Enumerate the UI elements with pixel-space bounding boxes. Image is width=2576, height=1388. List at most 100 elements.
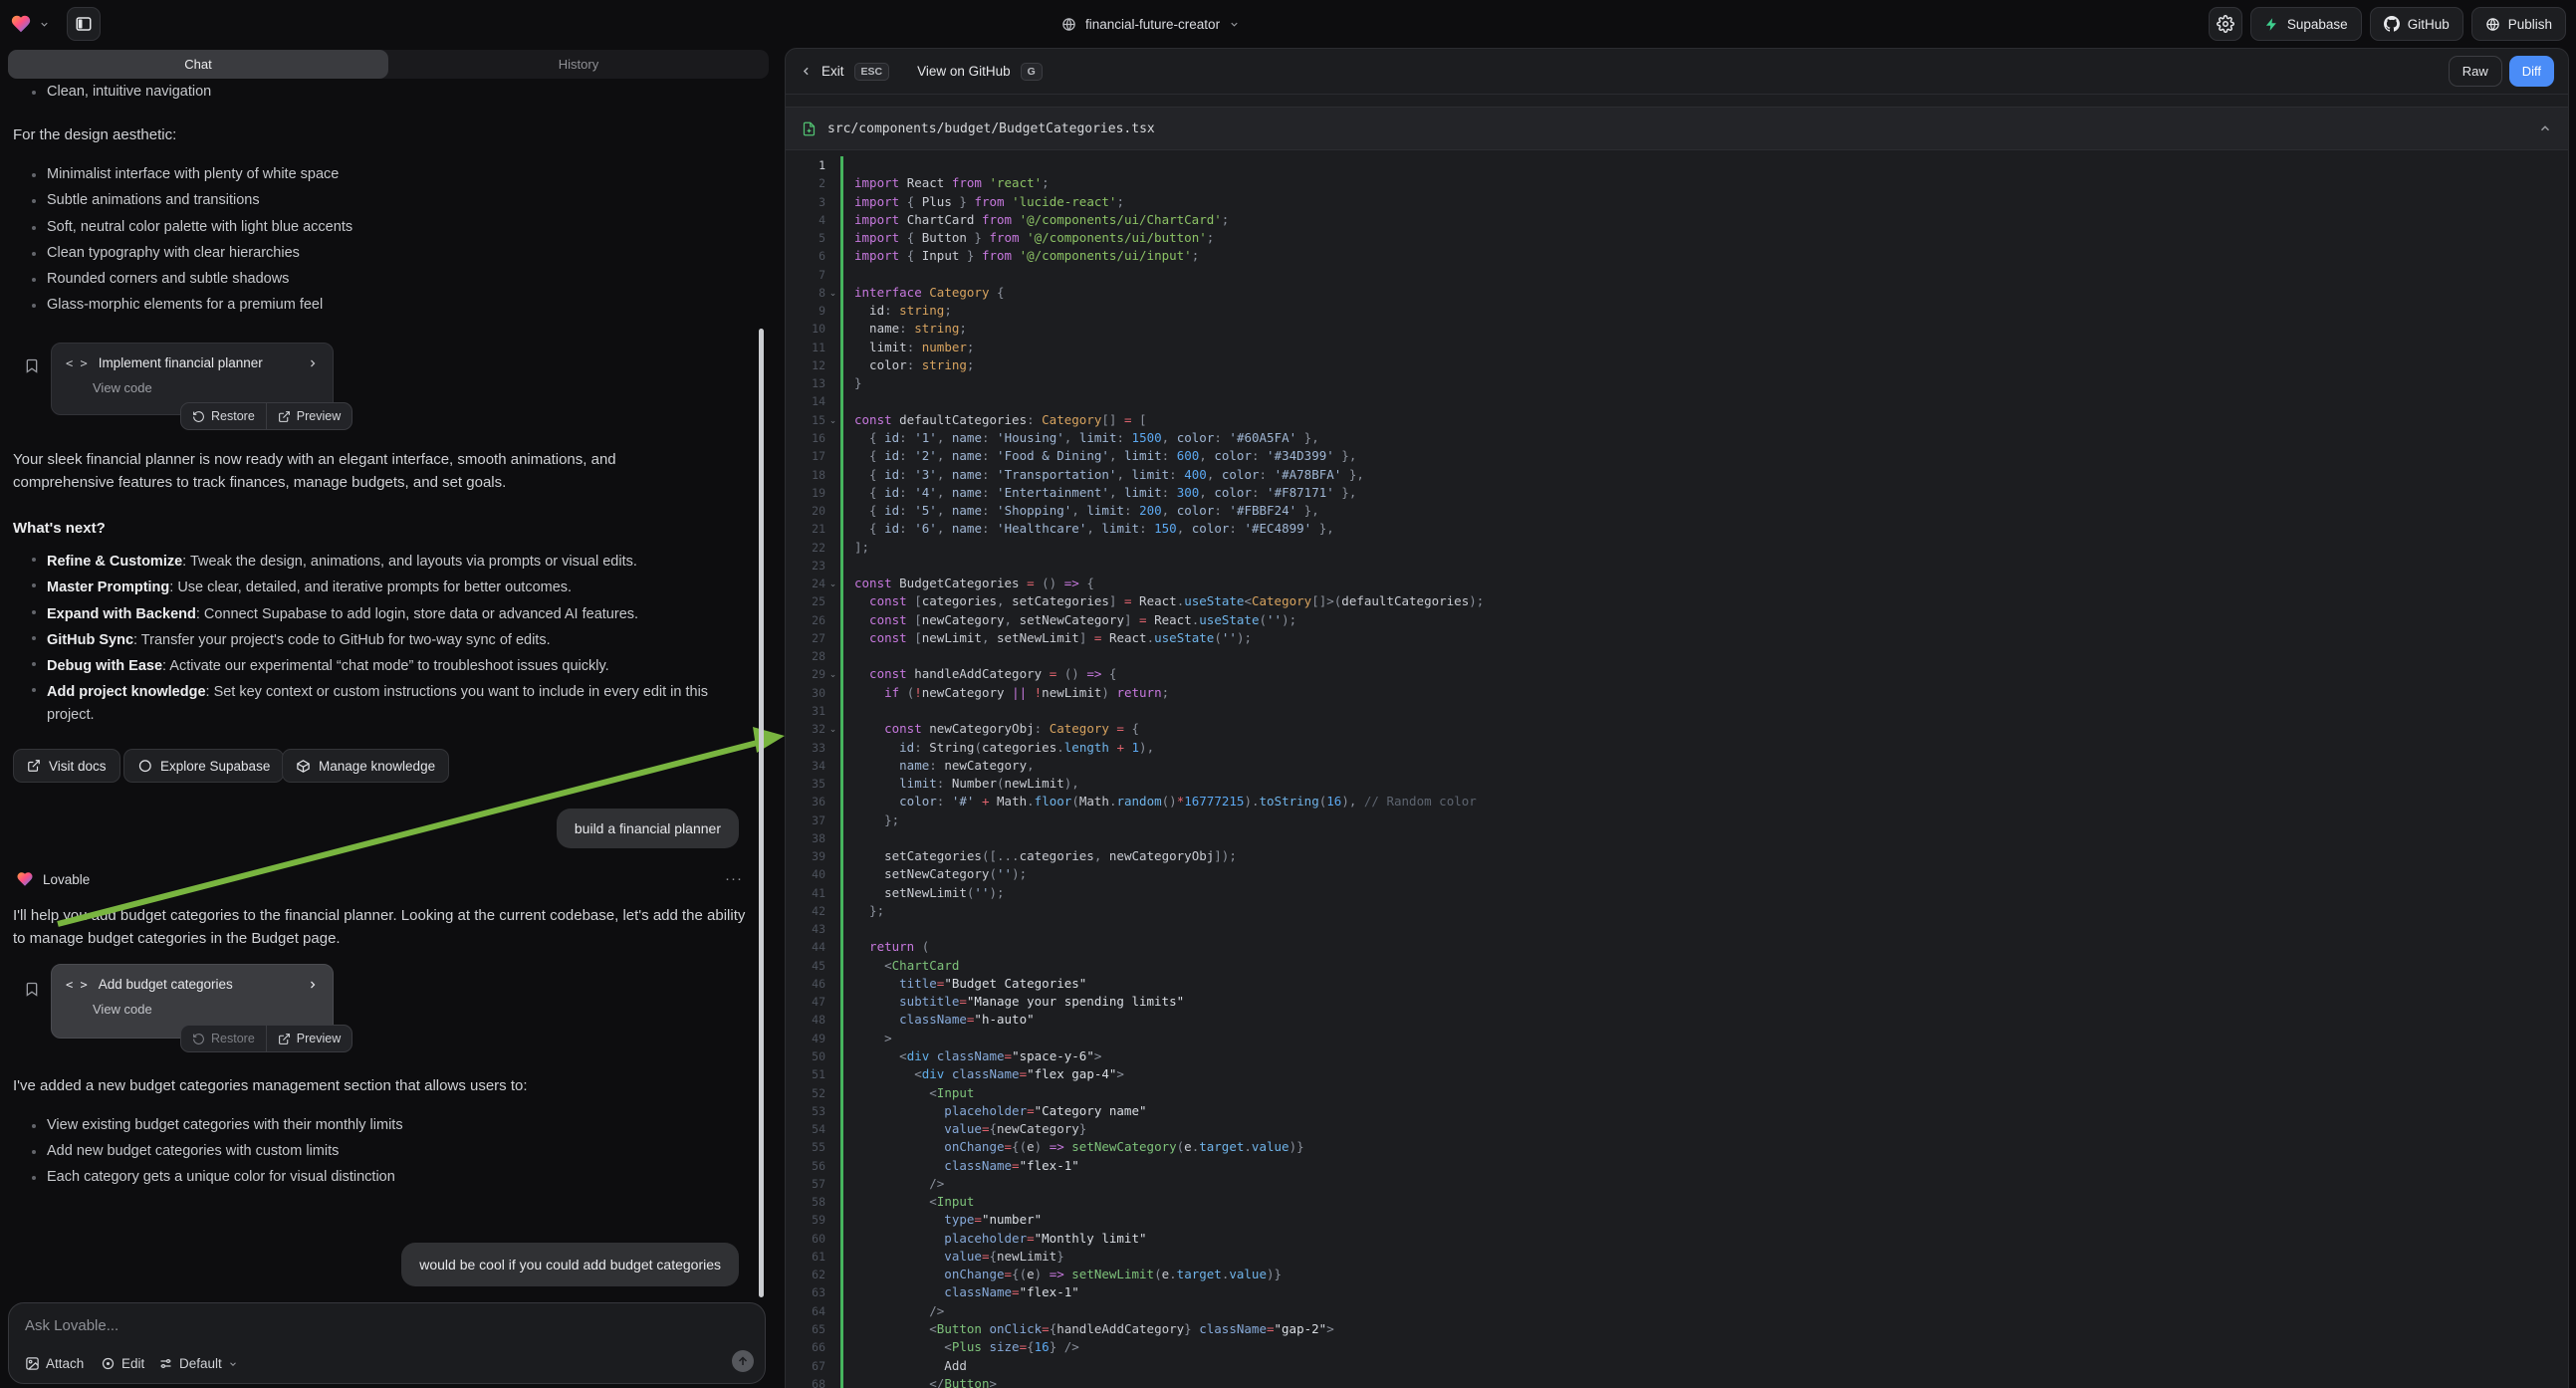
restore-preview-pill: Restore Preview (180, 1025, 352, 1052)
manage-knowledge-button[interactable]: Manage knowledge (282, 749, 449, 783)
lovable-logo-icon[interactable] (10, 13, 32, 35)
code-line: 45 <ChartCard (786, 957, 2568, 975)
image-icon (25, 1356, 40, 1371)
code-line: 18 { id: '3', name: 'Transportation', li… (786, 466, 2568, 484)
chat-scrollbar[interactable] (759, 329, 764, 1297)
code-line: 60 placeholder="Monthly limit" (786, 1230, 2568, 1248)
code-icon: < > (66, 978, 88, 992)
code-line: 52 <Input (786, 1084, 2568, 1102)
exit-button[interactable]: Exit (821, 64, 844, 79)
list-item: Glass-morphic elements for a premium fee… (32, 297, 749, 313)
mode-selector[interactable]: Default (158, 1356, 238, 1371)
code-line: 11 limit: number; (786, 339, 2568, 356)
preview-button[interactable]: Preview (267, 1026, 351, 1051)
esc-kbd: ESC (854, 63, 890, 81)
chevron-up-icon (2538, 121, 2552, 135)
collapse-file-button[interactable] (2538, 121, 2552, 135)
file-header[interactable]: src/components/budget/BudgetCategories.t… (786, 107, 2568, 150)
target-icon (101, 1356, 116, 1371)
code-line: 31 (786, 702, 2568, 720)
code-line: 55 onChange={(e) => setNewCategory(e.tar… (786, 1138, 2568, 1156)
list-item: Add project knowledge: Set key context o… (32, 681, 749, 727)
chevron-down-icon (228, 1359, 238, 1369)
file-path: src/components/budget/BudgetCategories.t… (827, 121, 1155, 136)
list-item: Minimalist interface with plenty of whit… (32, 166, 749, 182)
assistant-paragraph: I've added a new budget categories manag… (13, 1074, 755, 1097)
code-icon: < > (66, 356, 88, 370)
publish-button[interactable]: Publish (2471, 7, 2566, 41)
assistant-paragraph: I'll help you add budget categories to t… (13, 904, 755, 950)
globe-icon (1061, 17, 1076, 32)
code-line: 28 (786, 647, 2568, 665)
code-panel: Exit ESC View on GitHub G Raw Diff src/c… (785, 48, 2569, 1388)
package-icon (296, 759, 311, 774)
restore-button[interactable]: Restore (181, 1026, 266, 1051)
code-line: 67 Add (786, 1357, 2568, 1375)
chat-history-tabs: Chat History (8, 50, 769, 79)
message-menu-button[interactable]: ··· (725, 870, 743, 887)
code-line: 17 { id: '2', name: 'Food & Dining', lim… (786, 447, 2568, 465)
visit-docs-button[interactable]: Visit docs (13, 749, 120, 783)
code-line: 36 color: '#' + Math.floor(Math.random()… (786, 793, 2568, 810)
code-lines: 12import React from 'react';3import { Pl… (786, 156, 2568, 1388)
diff-toggle-button[interactable]: Diff (2509, 56, 2554, 87)
bookmark-icon[interactable] (24, 980, 40, 999)
settings-button[interactable] (2209, 7, 2242, 41)
code-line: 22]; (786, 539, 2568, 557)
design-intro: For the design aesthetic: (13, 123, 176, 146)
external-link-icon (278, 1033, 291, 1045)
code-line: 20 { id: '5', name: 'Shopping', limit: 2… (786, 502, 2568, 520)
code-line: 64 /> (786, 1302, 2568, 1320)
sliders-icon (158, 1356, 173, 1371)
list-item: Debug with Ease: Activate our experiment… (32, 655, 749, 678)
raw-toggle-button[interactable]: Raw (2449, 56, 2502, 87)
view-on-github-button[interactable]: View on GitHub (917, 64, 1011, 79)
view-code-link[interactable]: View code (93, 1002, 319, 1017)
code-editor[interactable]: 12import React from 'react';3import { Pl… (786, 150, 2568, 1388)
edit-button[interactable]: Edit (101, 1356, 144, 1371)
explore-supabase-button[interactable]: Explore Supabase (123, 749, 284, 783)
user-message-bubble: build a financial planner (557, 809, 739, 848)
list-item: Clean, intuitive navigation (32, 84, 211, 100)
list-item: Rounded corners and subtle shadows (32, 271, 749, 287)
bookmark-icon[interactable] (24, 356, 40, 375)
github-button[interactable]: GitHub (2370, 7, 2463, 41)
tab-chat[interactable]: Chat (8, 50, 388, 79)
supabase-button[interactable]: Supabase (2250, 7, 2362, 41)
list-item: Each category gets a unique color for vi… (32, 1169, 749, 1185)
restore-icon (192, 1033, 205, 1045)
code-line: 15⌄const defaultCategories: Category[] =… (786, 411, 2568, 429)
list-item: Add new budget categories with custom li… (32, 1143, 749, 1159)
code-line: 47 subtitle="Manage your spending limits… (786, 993, 2568, 1011)
code-line: 32⌄ const newCategoryObj: Category = { (786, 720, 2568, 738)
code-line: 39 setCategories([...categories, newCate… (786, 847, 2568, 865)
restore-button[interactable]: Restore (181, 403, 266, 429)
chat-bubble-icon (137, 759, 152, 774)
code-line: 26 const [newCategory, setNewCategory] =… (786, 611, 2568, 629)
send-button[interactable] (732, 1350, 754, 1372)
list-item: Clean typography with clear hierarchies (32, 245, 749, 261)
github-icon (2384, 16, 2400, 32)
code-line: 4import ChartCard from '@/components/ui/… (786, 211, 2568, 229)
code-line: 57 /> (786, 1175, 2568, 1193)
chevron-down-icon[interactable] (39, 19, 50, 30)
attach-button[interactable]: Attach (25, 1356, 84, 1371)
view-code-link[interactable]: View code (93, 380, 319, 395)
tab-history[interactable]: History (388, 50, 769, 79)
chat-input-box[interactable]: Ask Lovable... Attach Edit Default (8, 1302, 766, 1384)
preview-button[interactable]: Preview (267, 403, 351, 429)
lovable-heart-icon (16, 870, 34, 888)
code-line: 56 className="flex-1" (786, 1157, 2568, 1175)
code-toolbar: Exit ESC View on GitHub G Raw Diff (786, 49, 2568, 95)
code-line: 29⌄ const handleAddCategory = () => { (786, 665, 2568, 683)
file-added-icon (802, 120, 817, 137)
project-switcher[interactable]: financial-future-creator (1061, 0, 1240, 48)
chevron-right-icon (307, 979, 319, 991)
sidebar-toggle-button[interactable] (67, 7, 101, 41)
code-line: 12 color: string; (786, 356, 2568, 374)
code-line: 63 className="flex-1" (786, 1283, 2568, 1301)
code-line: 65 <Button onClick={handleAddCategory} c… (786, 1320, 2568, 1338)
list-item: View existing budget categories with the… (32, 1117, 749, 1133)
code-line: 9 id: string; (786, 302, 2568, 320)
list-item: Subtle animations and transitions (32, 192, 749, 208)
